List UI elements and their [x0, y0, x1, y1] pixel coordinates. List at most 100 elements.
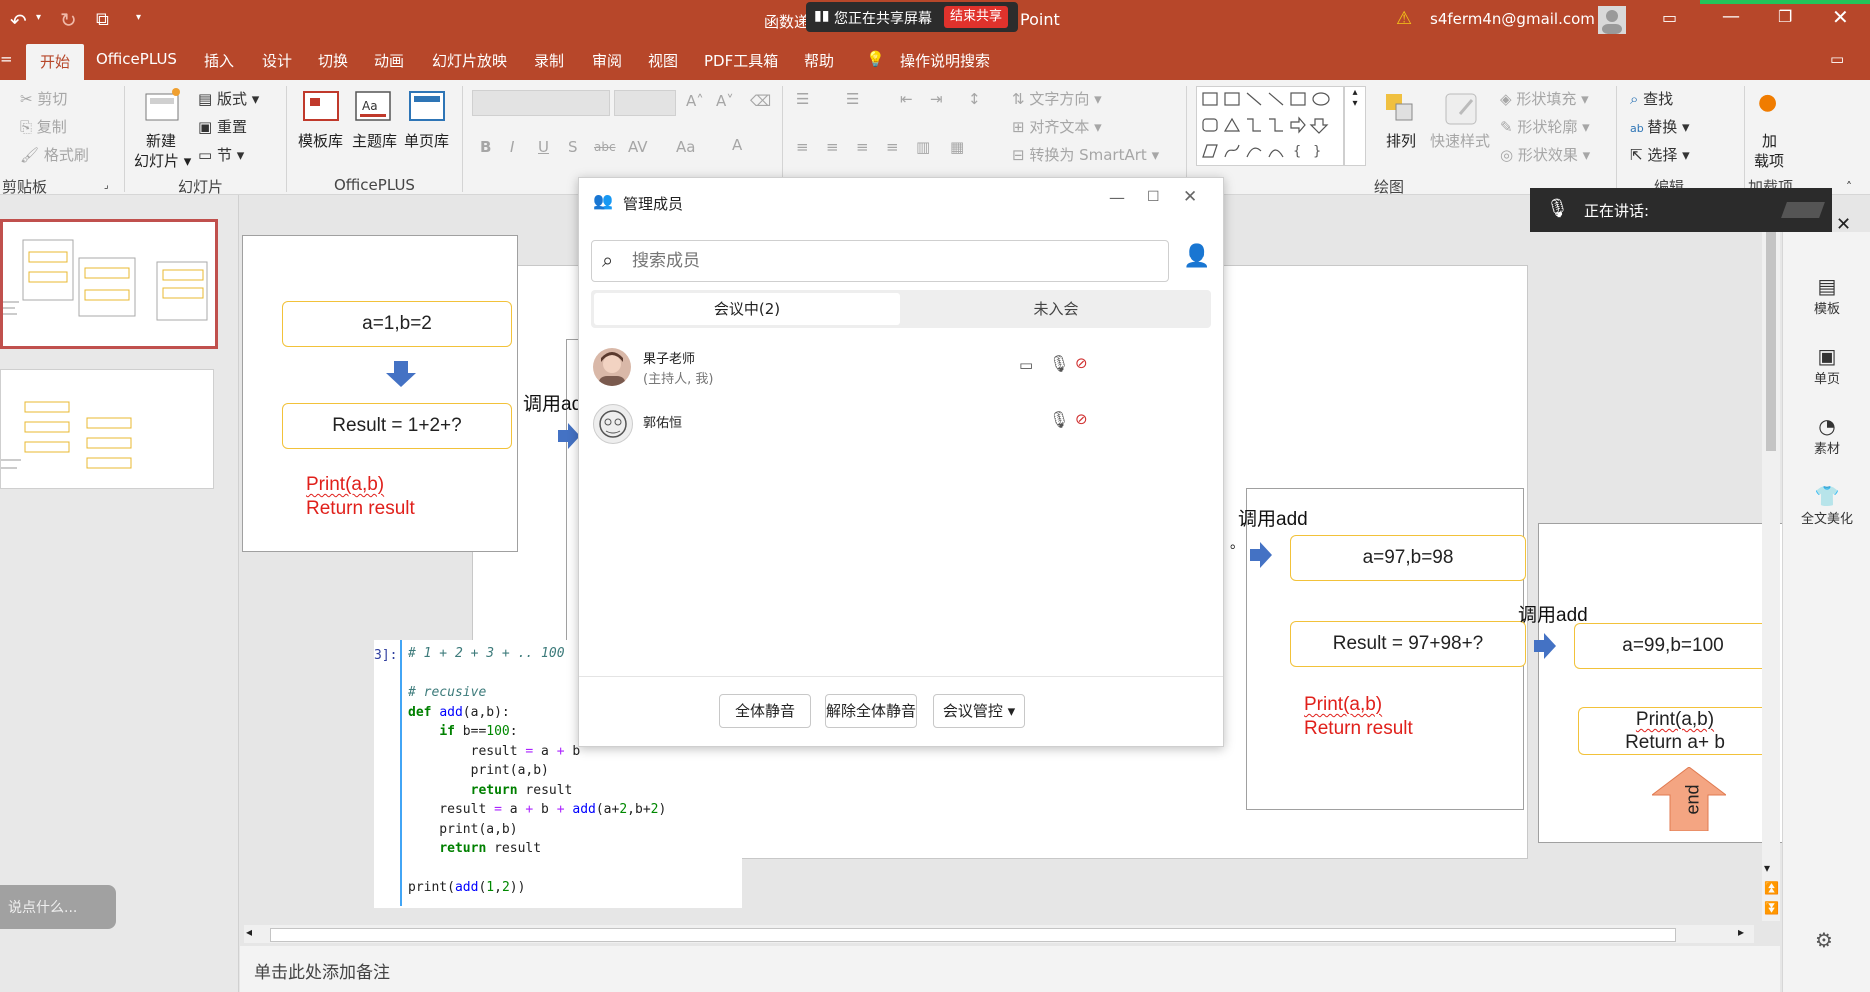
shadow-icon[interactable]: S — [568, 138, 578, 156]
close-icon[interactable]: ✕ — [1832, 5, 1849, 29]
scroll-right-icon[interactable]: ▸ — [1738, 925, 1744, 939]
comments-icon[interactable]: ▭ — [1830, 50, 1844, 68]
font-name-box[interactable] — [472, 90, 610, 116]
microphone-icon[interactable]: 🎙 — [1049, 410, 1069, 429]
horizontal-scrollbar[interactable]: ◂ ▸ — [244, 925, 1754, 943]
member-row[interactable]: 果子老师 (主持人, 我) ▭ 🎙 ⊘ — [579, 340, 1223, 396]
box-a99-b100[interactable]: a=99,b=100 — [1574, 623, 1771, 669]
theme-library-icon[interactable]: Aa — [354, 90, 392, 124]
microphone-icon[interactable]: 🎙 — [1049, 354, 1069, 373]
settings-gear-icon[interactable]: ⚙ — [1815, 928, 1833, 952]
dialog-close-icon[interactable]: ✕ — [1183, 187, 1197, 207]
addins-icon[interactable]: ● — [1758, 90, 1777, 115]
tab-officeplus[interactable]: OfficePLUS — [96, 50, 177, 68]
tab-pdf-tools[interactable]: PDF工具箱 — [704, 50, 778, 71]
tab-home[interactable]: 开始 — [26, 44, 85, 80]
select-button[interactable]: ⇱ 选择 ▾ — [1630, 144, 1690, 165]
pane-template-button[interactable]: ▤ 模板 — [1783, 274, 1870, 317]
tab-review[interactable]: 审阅 — [592, 50, 622, 71]
layout-button[interactable]: ▤ 版式 ▾ — [198, 88, 259, 109]
theme-library-label[interactable]: 主题库 — [352, 130, 397, 151]
tab-slideshow[interactable]: 幻灯片放映 — [432, 50, 507, 71]
arrange-icon[interactable] — [1384, 92, 1416, 124]
tab-record[interactable]: 录制 — [534, 50, 564, 71]
undo-dropdown-icon[interactable]: ▾ — [36, 12, 41, 23]
end-arrow-shape[interactable]: end — [1652, 767, 1726, 831]
member-row[interactable]: 郭佑恒 🎙 ⊘ — [579, 396, 1223, 452]
tell-me-search[interactable]: 操作说明搜索 — [900, 50, 990, 71]
align-center-icon[interactable]: ≡ — [826, 138, 839, 156]
horizontal-scroll-thumb[interactable] — [270, 928, 1676, 942]
redo-icon[interactable]: ↻ — [60, 8, 77, 32]
reset-button[interactable]: ▣ 重置 — [198, 116, 247, 137]
quick-styles-icon[interactable] — [1442, 90, 1482, 128]
red-text-1[interactable]: Print(a,b) Return result — [306, 473, 415, 521]
vertical-scroll-thumb[interactable] — [1766, 225, 1776, 451]
tab-help[interactable]: 帮助 — [804, 50, 834, 71]
minimize-icon[interactable]: — — [1722, 6, 1740, 27]
clear-format-icon[interactable]: ⌫ — [750, 92, 771, 110]
tab-insert[interactable]: 插入 — [204, 50, 234, 71]
box-result-2[interactable]: Result = 97+98+? — [1290, 621, 1526, 667]
meeting-control-button[interactable]: 会议管控 ▾ — [933, 694, 1025, 728]
quick-styles-label[interactable]: 快速样式 — [1430, 130, 1490, 151]
right-arrow-3[interactable] — [1534, 633, 1556, 659]
template-library-label[interactable]: 模板库 — [298, 130, 343, 151]
prev-slide-icon[interactable]: ⏫ — [1764, 881, 1779, 895]
member-search-input[interactable] — [630, 248, 1154, 274]
down-arrow[interactable] — [386, 361, 416, 387]
member-search-box[interactable]: ⌕ — [591, 240, 1169, 282]
mute-all-button[interactable]: 全体静音 — [719, 694, 811, 728]
call-add-label-1[interactable]: 调用ad — [523, 389, 582, 416]
cut-button[interactable]: ✂ 剪切 — [20, 88, 67, 109]
font-size-box[interactable] — [614, 90, 676, 116]
align-right-icon[interactable]: ≡ — [856, 138, 869, 156]
slide-thumbnail-2[interactable] — [0, 369, 214, 489]
right-arrow-2[interactable] — [1250, 542, 1272, 568]
box-a97-b98[interactable]: a=97,b=98 — [1290, 535, 1526, 581]
text-direction-button[interactable]: ⇅ 文字方向 ▾ — [1012, 88, 1102, 109]
columns-icon[interactable]: ▦ — [950, 138, 964, 156]
slideshow-from-start-icon[interactable]: ⧉ — [96, 9, 109, 30]
replace-button[interactable]: ab 替换 ▾ — [1630, 116, 1690, 137]
shape-effects-button[interactable]: ◎ 形状效果 ▾ — [1500, 144, 1590, 165]
dialog-maximize-icon[interactable]: ☐ — [1147, 189, 1160, 205]
shape-fill-button[interactable]: ◈ 形状填充 ▾ — [1500, 88, 1589, 109]
justify-icon[interactable]: ≡ — [886, 138, 899, 156]
scroll-left-icon[interactable]: ◂ — [246, 925, 252, 939]
find-button[interactable]: ⌕ 查找 — [1630, 88, 1673, 109]
scroll-down-icon[interactable]: ▾ — [1764, 861, 1770, 875]
vertical-scrollbar[interactable]: ▾ ⏫ ⏬ — [1762, 195, 1780, 921]
collapse-ribbon-icon[interactable]: ˄ — [1846, 180, 1852, 194]
pane-beautify-button[interactable]: 👕 全文美化 — [1783, 484, 1870, 527]
copy-button[interactable]: ⎘ 复制 — [20, 116, 67, 137]
numbering-icon[interactable]: ☰ — [846, 90, 859, 108]
shrink-font-icon[interactable]: A˅ — [716, 92, 734, 110]
char-spacing-icon[interactable]: AV — [628, 138, 648, 156]
strikethrough-icon[interactable]: abc — [594, 140, 616, 154]
align-text-button[interactable]: ⊞ 对齐文本 ▾ — [1012, 116, 1102, 137]
dialog-minimize-icon[interactable]: — — [1109, 188, 1125, 207]
decrease-indent-icon[interactable]: ⇤ — [900, 90, 913, 108]
addins-label-2[interactable]: 载项 — [1754, 150, 1784, 171]
tab-animations[interactable]: 动画 — [374, 50, 404, 71]
new-slide-icon[interactable] — [142, 86, 182, 126]
underline-icon[interactable]: U — [538, 138, 549, 156]
shapes-gallery[interactable]: {} — [1196, 86, 1344, 166]
arrange-label[interactable]: 排列 — [1386, 130, 1416, 151]
line-spacing-icon[interactable]: ↕ — [968, 90, 981, 108]
account-email[interactable]: s4ferm4n@gmail.com — [1430, 10, 1595, 28]
box-a1-b2[interactable]: a=1,b=2 — [282, 301, 512, 347]
tab-transitions[interactable]: 切换 — [318, 50, 348, 71]
bullets-icon[interactable]: ☰ — [796, 90, 809, 108]
notes-pane[interactable]: 单击此处添加备注 — [240, 946, 1780, 992]
increase-indent-icon[interactable]: ⇥ — [930, 90, 943, 108]
italic-icon[interactable]: I — [510, 138, 514, 156]
align-left-icon[interactable]: ≡ — [796, 138, 809, 156]
next-slide-icon[interactable]: ⏬ — [1764, 901, 1779, 915]
convert-smartart-button[interactable]: ⊟ 转换为 SmartArt ▾ — [1012, 144, 1159, 165]
ribbon-display-options-icon[interactable]: ▭ — [1662, 8, 1677, 27]
tab-view[interactable]: 视图 — [648, 50, 678, 71]
box-print-return[interactable]: Print(a,b) Return a+ b — [1578, 707, 1771, 755]
shapes-gallery-more-icon[interactable]: ▴ ▾ — [1344, 86, 1366, 166]
